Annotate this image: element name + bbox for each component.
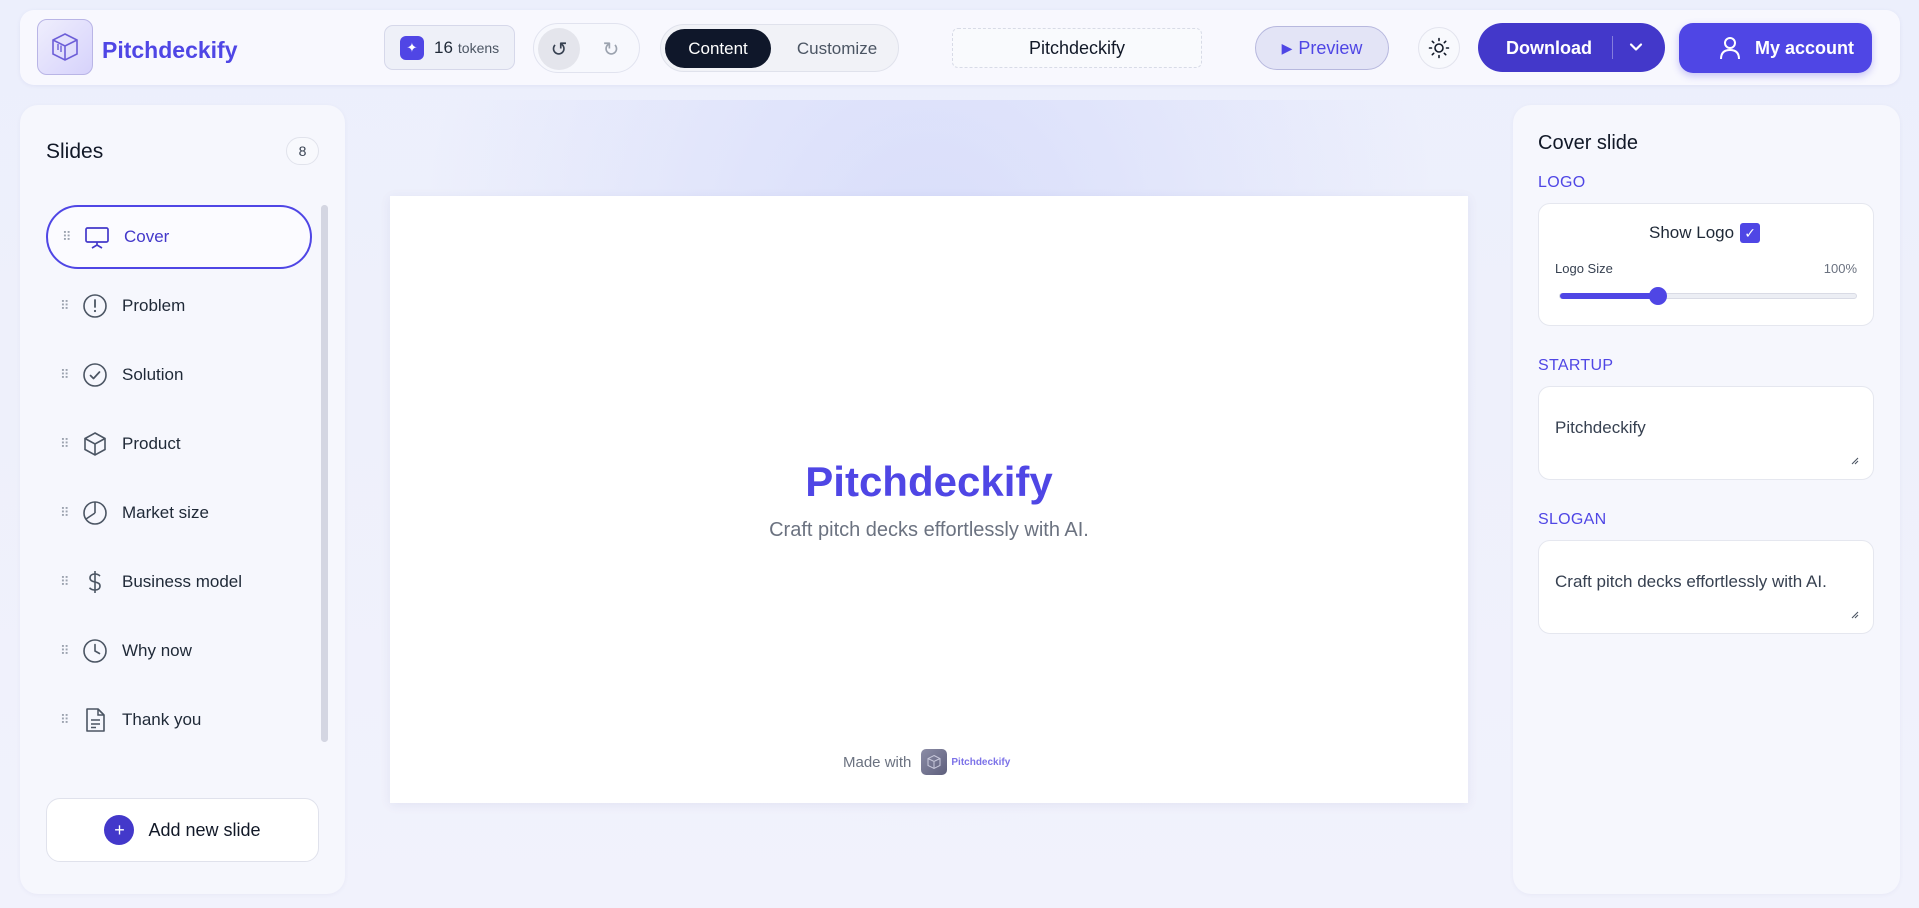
cube-logo-icon (921, 749, 948, 775)
logo-section-heading: LOGO (1538, 174, 1586, 191)
token-unit: tokens (457, 39, 500, 56)
sidebar-item-problem[interactable]: ⠿ Problem (46, 274, 312, 338)
add-slide-button[interactable]: + Add new slide (46, 798, 319, 862)
pie-chart-icon (82, 500, 108, 526)
panel-title: Cover slide (1538, 132, 1639, 154)
add-slide-label: Add new slide (148, 819, 261, 840)
sidebar-item-product[interactable]: ⠿ Product (46, 412, 312, 476)
show-logo-label: Show Logo (1649, 223, 1735, 242)
sidebar-item-label: Thank you (122, 710, 202, 729)
slogan-value[interactable]: Craft pitch decks effortlessly with AI. (1555, 572, 1827, 592)
redo-button[interactable]: ↻ (590, 28, 632, 70)
drag-handle-icon[interactable]: ⠿ (60, 437, 70, 450)
chevron-down-icon[interactable] (1626, 37, 1646, 57)
made-with-brand: Pitchdeckify (951, 756, 1011, 768)
scrollbar-thumb[interactable] (321, 205, 328, 742)
sun-icon (1428, 37, 1450, 59)
logo-size-label: Logo Size (1555, 261, 1613, 276)
sidebar-item-solution[interactable]: ⠿ Solution (46, 343, 312, 407)
redo-icon: ↻ (602, 38, 620, 61)
document-icon (82, 707, 108, 733)
slogan-section-heading: SLOGAN (1538, 511, 1607, 528)
undo-button[interactable]: ↺ (538, 28, 580, 70)
logo-size-value: 100% (1823, 261, 1857, 276)
check-circle-icon (82, 362, 108, 388)
theme-toggle-button[interactable] (1418, 27, 1460, 69)
download-divider (1612, 36, 1613, 59)
drag-handle-icon[interactable]: ⠿ (62, 230, 72, 243)
top-bar: Pitchdeckify ✦ 16 tokens ↺ ↻ Content Cus… (20, 10, 1900, 85)
download-label: Download (1506, 38, 1592, 58)
drag-handle-icon[interactable]: ⠿ (60, 368, 70, 381)
drag-handle-icon[interactable]: ⠿ (60, 299, 70, 312)
sidebar-item-thank-you[interactable]: ⠿ Thank you (46, 688, 312, 752)
plus-icon: + (104, 815, 135, 845)
resize-handle-icon[interactable] (1851, 457, 1859, 465)
alert-circle-icon (82, 293, 108, 319)
logo-size-slider[interactable] (1559, 287, 1857, 305)
slide-slogan[interactable]: Craft pitch decks effortlessly with AI. (390, 519, 1468, 542)
properties-panel: Cover slide LOGO Show Logo ✓ Logo Size 1… (1513, 105, 1900, 894)
slides-sidebar: Slides 8 ⠿ Cover ⠿ Problem ⠿ Solution ⠿ (20, 105, 345, 894)
slider-fill (1560, 293, 1658, 299)
play-icon: ▶ (1281, 39, 1293, 56)
sidebar-item-label: Why now (122, 641, 192, 660)
made-with-label: Made with (843, 753, 912, 771)
startup-name-field[interactable]: Pitchdeckify (1538, 386, 1874, 480)
sidebar-item-why-now[interactable]: ⠿ Why now (46, 619, 312, 683)
startup-name-value[interactable]: Pitchdeckify (1555, 418, 1646, 438)
token-count: 16 (434, 37, 453, 57)
sidebar-item-label: Problem (122, 296, 186, 315)
slide-canvas[interactable]: Pitchdeckify Craft pitch decks effortles… (390, 196, 1468, 803)
user-icon (1720, 37, 1740, 60)
made-with-badge: Made with Pitchdeckify (843, 749, 1010, 775)
show-logo-checkbox[interactable]: ✓ (1740, 223, 1761, 243)
account-button[interactable]: My account (1679, 23, 1872, 73)
resize-handle-icon[interactable] (1851, 611, 1859, 619)
check-icon: ✓ (1744, 224, 1756, 241)
tab-customize[interactable]: Customize (779, 29, 895, 68)
deck-title-field[interactable]: Pitchdeckify (952, 28, 1202, 68)
sidebar-item-label: Cover (124, 227, 170, 246)
sidebar-item-business-model[interactable]: ⠿ Business model (46, 550, 312, 614)
box-icon (82, 431, 108, 457)
undo-icon: ↺ (550, 38, 568, 61)
sidebar-item-label: Product (122, 434, 181, 453)
preview-label: Preview (1298, 37, 1363, 58)
sidebar-item-label: Business model (122, 572, 243, 591)
sparkle-icon: ✦ (400, 35, 424, 60)
slide-count-badge: 8 (286, 137, 319, 165)
download-button[interactable]: Download (1478, 23, 1665, 72)
sidebar-item-market-size[interactable]: ⠿ Market size (46, 481, 312, 545)
preview-button[interactable]: ▶ Preview (1255, 26, 1389, 70)
logo-settings-card: Show Logo ✓ Logo Size 100% (1538, 203, 1874, 326)
drag-handle-icon[interactable]: ⠿ (60, 506, 70, 519)
sidebar-item-label: Market size (122, 503, 209, 522)
sidebar-title: Slides (46, 140, 104, 163)
clock-icon (82, 638, 108, 664)
slide-title[interactable]: Pitchdeckify (390, 458, 1468, 506)
slider-thumb[interactable] (1648, 287, 1667, 305)
slogan-field[interactable]: Craft pitch decks effortlessly with AI. (1538, 540, 1874, 634)
dollar-icon (82, 569, 108, 595)
drag-handle-icon[interactable]: ⠿ (60, 575, 70, 588)
account-label: My account (1755, 37, 1855, 58)
show-logo-toggle[interactable]: Show Logo ✓ (1649, 223, 1761, 243)
startup-section-heading: STARTUP (1538, 357, 1614, 374)
token-counter[interactable]: ✦ 16 tokens (384, 25, 515, 70)
sidebar-item-label: Solution (122, 365, 184, 384)
drag-handle-icon[interactable]: ⠿ (60, 713, 70, 726)
sidebar-item-cover[interactable]: ⠿ Cover (46, 205, 312, 269)
cube-logo-icon (52, 33, 78, 61)
brand-name: Pitchdeckify (102, 37, 238, 63)
drag-handle-icon[interactable]: ⠿ (60, 644, 70, 657)
sidebar-scrollbar[interactable] (321, 205, 328, 742)
app-logo[interactable] (37, 19, 93, 75)
mode-switch: Content Customize (660, 24, 899, 72)
presentation-icon (84, 224, 110, 250)
history-controls: ↺ ↻ (533, 23, 640, 73)
tab-content[interactable]: Content (665, 29, 771, 68)
